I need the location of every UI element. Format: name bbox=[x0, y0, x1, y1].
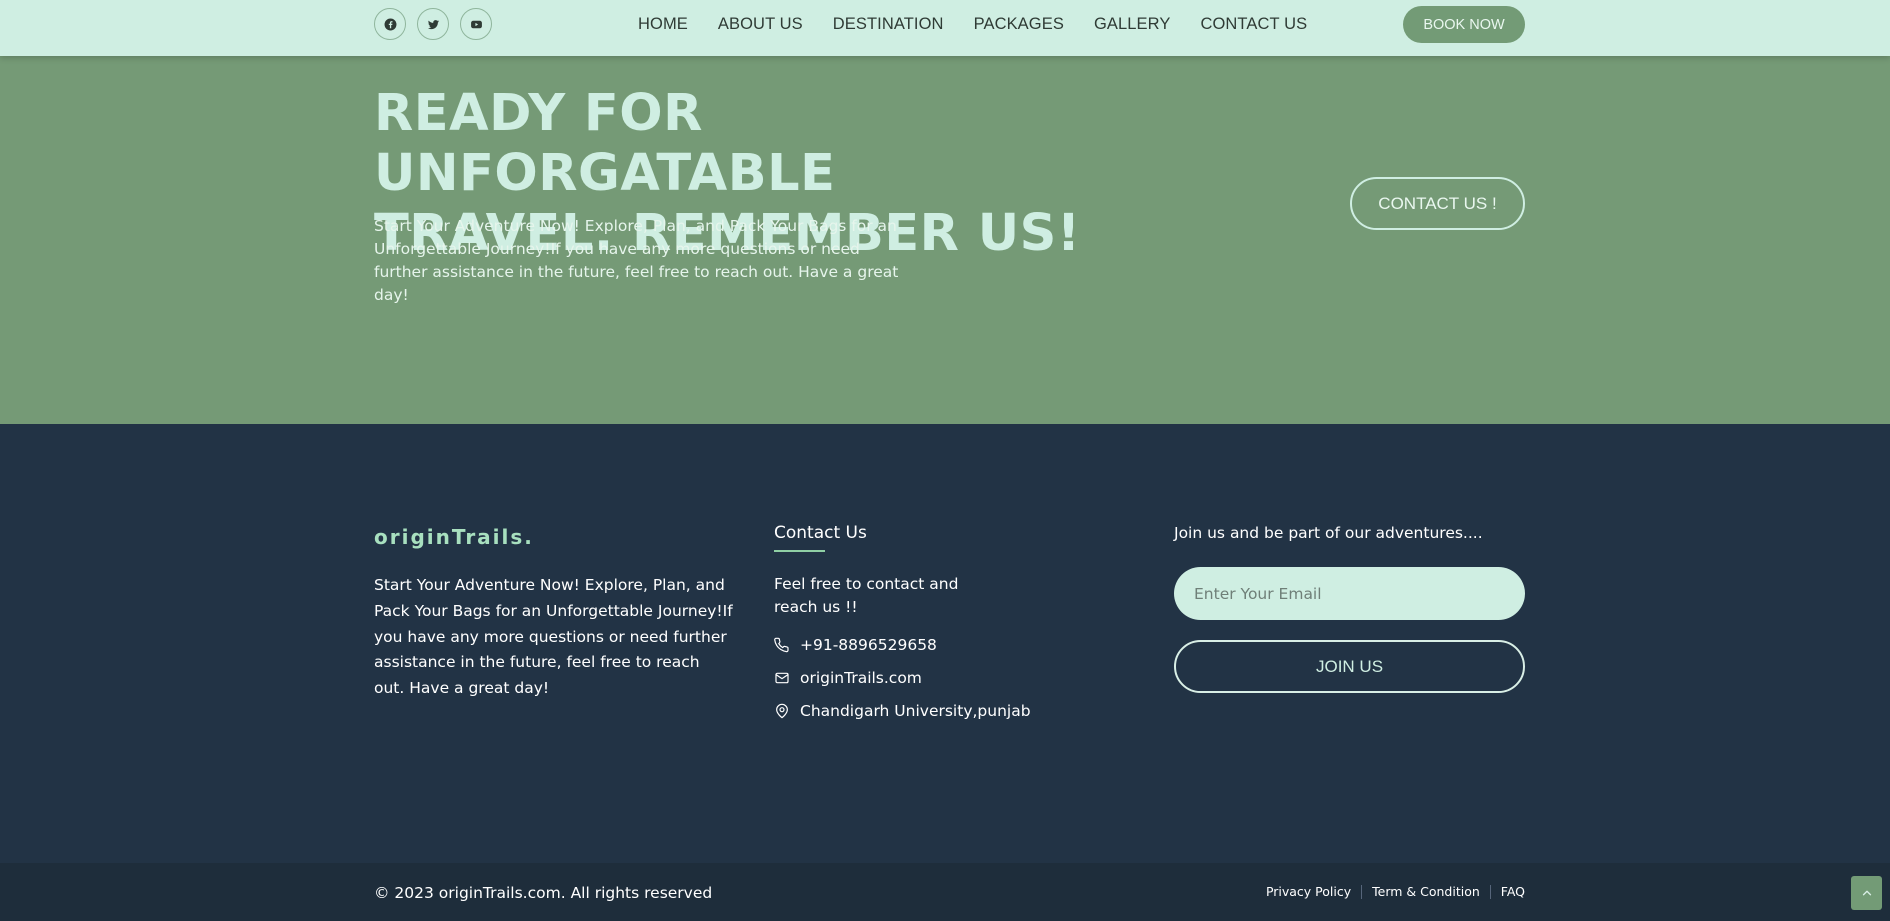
cta-heading-line1: READY FOR UNFORGATABLE bbox=[374, 84, 836, 203]
book-now-button[interactable]: BOOK NOW bbox=[1403, 6, 1525, 43]
legal-divider bbox=[1489, 884, 1491, 899]
copyright-text: © 2023 originTrails.com. All rights rese… bbox=[374, 884, 713, 902]
contact-address-text: Chandigarh University,punjab bbox=[800, 702, 1031, 720]
site-footer bbox=[0, 424, 1890, 863]
facebook-icon bbox=[384, 18, 396, 30]
nav-about-us[interactable]: ABOUT US bbox=[718, 15, 803, 34]
nav-home[interactable]: HOME bbox=[638, 15, 688, 34]
faq-link[interactable]: FAQ bbox=[1501, 884, 1525, 899]
join-us-button[interactable]: JOIN US bbox=[1174, 640, 1525, 693]
footer-brand-logo[interactable]: originTrails. bbox=[374, 525, 534, 549]
nav-packages[interactable]: PACKAGES bbox=[974, 15, 1064, 34]
scroll-to-top-button[interactable] bbox=[1851, 876, 1882, 910]
top-navbar: HOME ABOUT US DESTINATION PACKAGES GALLE… bbox=[0, 0, 1890, 56]
legal-divider bbox=[1361, 884, 1363, 899]
facebook-link[interactable] bbox=[374, 8, 406, 40]
twitter-link[interactable] bbox=[417, 8, 449, 40]
contact-email[interactable]: originTrails.com bbox=[774, 667, 922, 689]
contact-heading: Contact Us bbox=[774, 523, 867, 543]
contact-heading-underline bbox=[774, 550, 825, 552]
contact-address: Chandigarh University,punjab bbox=[774, 700, 1031, 722]
location-pin-icon bbox=[776, 703, 788, 719]
main-nav: HOME ABOUT US DESTINATION PACKAGES GALLE… bbox=[638, 0, 1337, 48]
contact-email-text: originTrails.com bbox=[800, 669, 922, 687]
mail-icon bbox=[775, 672, 789, 684]
bottom-bar bbox=[0, 863, 1890, 921]
contact-us-button[interactable]: CONTACT US ! bbox=[1350, 177, 1525, 230]
nav-destination[interactable]: DESTINATION bbox=[833, 15, 944, 34]
nav-contact-us[interactable]: CONTACT US bbox=[1200, 15, 1307, 34]
twitter-icon bbox=[427, 19, 439, 29]
cta-description: Start Your Adventure Now! Explore, Plan,… bbox=[374, 217, 899, 304]
contact-phone[interactable]: +91-8896529658 bbox=[774, 634, 937, 656]
email-input[interactable] bbox=[1174, 567, 1525, 620]
chevron-up-icon bbox=[1862, 890, 1871, 896]
terms-link[interactable]: Term & Condition bbox=[1372, 884, 1480, 899]
youtube-link[interactable] bbox=[460, 8, 492, 40]
privacy-policy-link[interactable]: Privacy Policy bbox=[1266, 884, 1351, 899]
youtube-icon bbox=[470, 20, 482, 28]
footer-about-text: Start Your Adventure Now! Explore, Plan,… bbox=[374, 576, 733, 698]
newsletter-text: Join us and be part of our adventures...… bbox=[1174, 524, 1483, 542]
phone-icon bbox=[774, 637, 789, 653]
nav-gallery[interactable]: GALLERY bbox=[1094, 15, 1171, 34]
contact-intro-text: Feel free to contact and reach us !! bbox=[774, 575, 959, 616]
contact-phone-text: +91-8896529658 bbox=[800, 636, 937, 654]
legal-links: Privacy Policy Term & Condition FAQ bbox=[1266, 884, 1525, 899]
